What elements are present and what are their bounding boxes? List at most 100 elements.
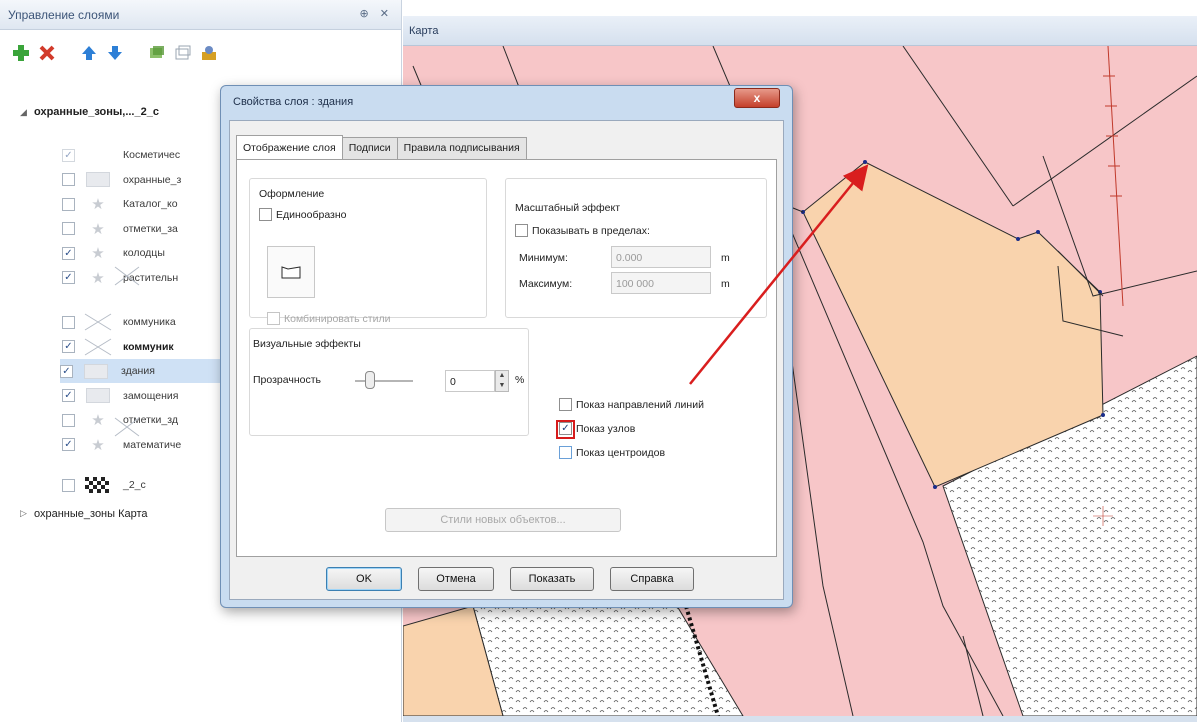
layer-name: коммуник (123, 340, 174, 353)
layer-visibility-checkbox[interactable] (62, 222, 75, 235)
panel-header-buttons[interactable]: ⊕ ✕ (360, 7, 394, 20)
layer-name: здания (121, 365, 155, 377)
centroids-label: Показ центроидов (576, 446, 666, 459)
new-objects-style-button[interactable]: Стили новых объектов... (385, 508, 621, 532)
combine-styles-check[interactable] (267, 312, 280, 325)
transparency-input[interactable]: 0 (445, 370, 495, 392)
layer-visibility-checkbox[interactable] (62, 197, 75, 211)
show-in-range-label: Показывать в пределах: (532, 224, 650, 237)
dialog-tabs: Отображение слоя Подписи Правила подписы… (236, 135, 527, 159)
layer-name: отметки_за (123, 222, 178, 235)
min-scale-input[interactable]: 0.000 (611, 246, 711, 268)
layer-name: замощения (123, 389, 179, 402)
transparency-slider-thumb[interactable] (365, 371, 375, 389)
highlight-box (556, 420, 575, 439)
uniform-checkbox[interactable]: Единообразно (259, 208, 347, 221)
centroids-check[interactable] (559, 446, 572, 459)
show-in-range-check[interactable] (515, 224, 528, 237)
layer-visibility-checkbox[interactable] (62, 438, 75, 451)
dialog-title: Свойства слоя : здания (233, 96, 354, 108)
layer-visibility-checkbox[interactable] (62, 246, 75, 260)
layers-toolbar (0, 30, 401, 76)
layer-visibility-checkbox[interactable] (62, 148, 75, 162)
layer-name: Каталог_ко (123, 198, 178, 210)
line-layer-icon (83, 313, 113, 331)
layer-name: охранные_з (123, 173, 182, 186)
transparency-slider-track[interactable] (355, 380, 413, 382)
line-direction-checkbox[interactable]: Показ направлений линий (559, 398, 704, 411)
tab-layer-display[interactable]: Отображение слоя (236, 135, 343, 159)
min-unit: m (721, 252, 730, 264)
add-layer-button[interactable] (10, 42, 32, 64)
layers-panel-title: Управление слоями (8, 8, 120, 22)
centroids-checkbox[interactable]: Показ центроидов (559, 446, 665, 459)
layer-name: _2_с (123, 479, 146, 491)
polygon-style-icon (281, 266, 301, 279)
visual-effects-label: Визуальные эффекты (253, 338, 361, 350)
layer-group-label: охранные_зоны,..._2_с (34, 106, 159, 118)
layer-visibility-checkbox[interactable] (62, 478, 75, 492)
layer-name: колодцы (123, 247, 165, 259)
dialog-body: Отображение слоя Подписи Правила подписы… (229, 120, 784, 600)
line-direction-label: Показ направлений линий (576, 398, 704, 411)
layer-visibility-checkbox[interactable] (62, 271, 75, 284)
collapse-arrow-icon[interactable]: ◢ (20, 107, 34, 118)
delete-layer-icon (39, 45, 55, 61)
point-layer-icon: ★ (91, 412, 105, 429)
move-down-button[interactable] (104, 42, 126, 64)
user-settings-icon (202, 46, 216, 60)
map-title-bar: Карта (403, 16, 1197, 46)
layer-visibility-checkbox[interactable] (60, 364, 73, 378)
combine-styles-label: Комбинировать стили (284, 312, 391, 325)
raster-layer-icon (83, 476, 113, 494)
group-button[interactable] (172, 42, 194, 64)
style-preview-button[interactable] (267, 246, 315, 298)
dialog-title-bar: Свойства слоя : здания x (221, 86, 792, 120)
point-layer-icon: ★ (91, 220, 105, 238)
toolbar-separator (62, 42, 74, 76)
delete-layer-button[interactable] (36, 42, 58, 64)
close-button[interactable]: x (734, 88, 780, 108)
help-button[interactable]: Справка (610, 567, 694, 591)
layers-panel-header: Управление слоями ⊕ ✕ (0, 0, 401, 30)
point-layer-icon: ★ (91, 269, 105, 287)
line-direction-check[interactable] (559, 398, 572, 411)
uniform-label: Единообразно (276, 208, 347, 221)
max-label: Максимум: (519, 278, 573, 290)
layer-properties-dialog: Свойства слоя : здания x Отображение сло… (220, 85, 793, 608)
layer-visibility-checkbox[interactable] (62, 389, 75, 402)
show-in-range-checkbox[interactable]: Показывать в пределах: (515, 224, 650, 237)
polygon-layer-icon (81, 362, 111, 380)
show-button[interactable]: Показать (510, 567, 594, 591)
layer-row[interactable]: здания (60, 359, 230, 383)
ok-button[interactable]: OK (326, 567, 402, 591)
uniform-check[interactable] (259, 208, 272, 221)
layer-visibility-checkbox[interactable] (62, 340, 75, 353)
line-layer-icon (83, 338, 113, 356)
move-down-icon (108, 46, 122, 60)
move-up-icon (82, 46, 96, 60)
layer-name: Косметичес (123, 149, 181, 161)
expand-arrow-icon[interactable]: ▷ (20, 508, 34, 519)
max-unit: m (721, 278, 730, 290)
map-status-strip (403, 716, 1197, 722)
layer-group-row[interactable]: ◢ охранные_зоны,..._2_с (0, 100, 240, 124)
point-layer-icon: ★ (91, 245, 105, 262)
layer-properties-icon (150, 46, 164, 58)
cancel-button[interactable]: Отмена (418, 567, 494, 591)
point-layer-icon: ★ (91, 436, 105, 454)
layer-group-row[interactable]: ▷ охранные_зоны Карта (0, 502, 240, 526)
user-settings-button[interactable] (198, 42, 220, 64)
combine-styles-checkbox[interactable]: Комбинировать стили (267, 312, 390, 325)
max-scale-input[interactable]: 100 000 (611, 272, 711, 294)
layer-visibility-checkbox[interactable] (62, 315, 75, 329)
layer-visibility-checkbox[interactable] (62, 173, 75, 186)
layer-properties-button[interactable] (146, 42, 168, 64)
layer-visibility-checkbox[interactable] (62, 413, 75, 427)
move-up-button[interactable] (78, 42, 100, 64)
group-icon (175, 45, 191, 60)
tab-labeling-rules[interactable]: Правила подписывания (396, 137, 527, 159)
transparency-spinner[interactable]: ▲ ▼ (495, 370, 509, 392)
min-label: Минимум: (519, 252, 568, 264)
tab-labels[interactable]: Подписи (341, 137, 398, 159)
